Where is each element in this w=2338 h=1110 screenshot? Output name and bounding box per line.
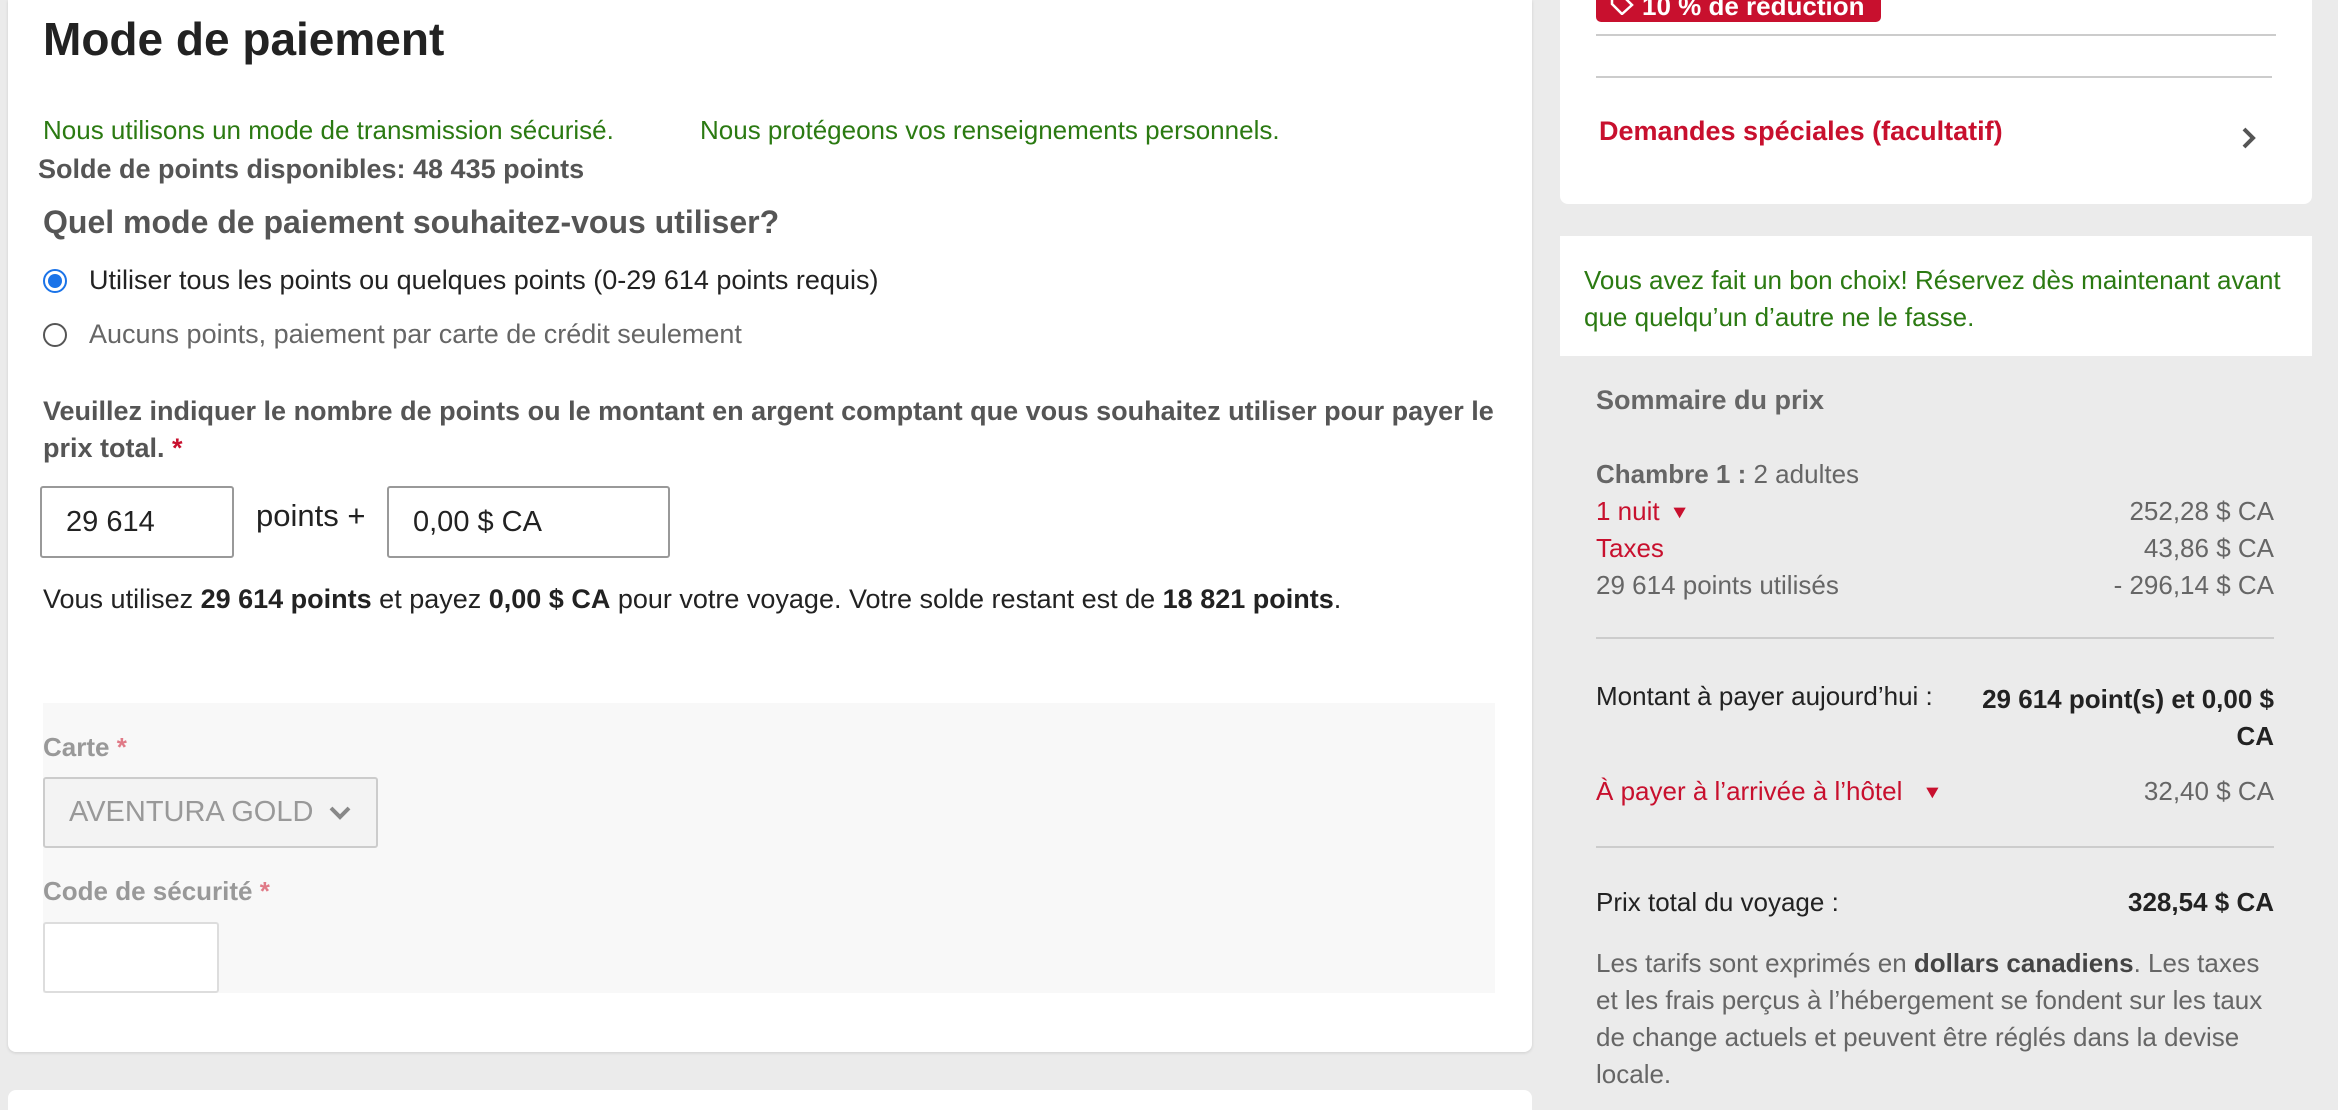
double-chevron-down-icon: ⯆ <box>1671 503 1688 525</box>
instruction-text: Veuillez indiquer le nombre de points ou… <box>43 396 1494 463</box>
payment-summary: Vous utilisez 29 614 points et payez 0,0… <box>43 584 1341 615</box>
required-mark: * <box>259 876 270 906</box>
summary-text-3: pour votre voyage. Votre solde restant e… <box>610 584 1163 614</box>
divider <box>1596 846 2274 848</box>
room-info: Chambre 1 : 2 adultes <box>1596 459 1859 490</box>
chevron-right-icon[interactable] <box>2240 124 2258 158</box>
points-instruction: Veuillez indiquer le nombre de points ou… <box>43 393 1503 467</box>
taxes-row: Taxes 43,86 $ CA <box>1596 533 2274 564</box>
night-row: 1 nuit ⯆ 252,28 $ CA <box>1596 496 2274 527</box>
card-label: Carte * <box>43 732 127 763</box>
next-panel <box>8 1090 1532 1110</box>
price-summary-title: Sommaire du prix <box>1596 385 1825 415</box>
note-text-1: Les tarifs sont exprimés en <box>1596 948 1914 978</box>
double-chevron-down-icon: ⯆ <box>1924 783 1941 805</box>
points-input-value: 29 614 <box>66 505 155 538</box>
points-plus-label: points + <box>256 498 366 533</box>
pay-at-hotel-value: 32,40 $ CA <box>2143 776 2274 806</box>
total-value: 328,54 $ CA <box>2128 887 2274 917</box>
divider <box>1596 76 2272 78</box>
card-select-value: AVENTURA GOLD <box>69 796 314 828</box>
security-code-label: Code de sécurité * <box>43 876 270 907</box>
privacy-text: Nous protégeons vos renseignements perso… <box>700 115 1280 145</box>
taxes-price: 43,86 $ CA <box>2143 533 2274 563</box>
note-bold: dollars canadiens <box>1913 948 2134 978</box>
security-code-input[interactable] <box>43 922 219 993</box>
radio-card[interactable] <box>43 322 67 347</box>
summary-text-4: . <box>1333 584 1342 614</box>
security-code-label-text: Code de sécurité <box>43 876 253 906</box>
pay-today-label: Montant à payer aujourd’hui : <box>1596 681 1933 711</box>
pay-at-hotel-label: À payer à l’arrivée à l’hôtel <box>1596 776 1903 806</box>
discount-badge: 10 % de réduction <box>1596 0 1881 22</box>
summary-text-2: et payez <box>371 584 489 614</box>
option-card-only[interactable]: Aucuns points, paiement par carte de cré… <box>43 319 742 350</box>
chevron-down-icon <box>328 796 352 829</box>
night-toggle[interactable]: 1 nuit ⯆ <box>1596 496 1688 527</box>
points-input[interactable]: 29 614 <box>40 486 234 558</box>
tag-icon <box>1610 0 1634 22</box>
total-label: Prix total du voyage : <box>1596 887 1839 917</box>
summary-remaining: 18 821 points <box>1162 584 1334 614</box>
summary-amount: 0,00 $ CA <box>488 584 611 614</box>
special-requests-card <box>1560 0 2312 204</box>
night-label: 1 nuit <box>1596 496 1660 526</box>
points-balance: Solde de points disponibles: 48 435 poin… <box>38 154 585 184</box>
cash-input[interactable]: 0,00 $ CA <box>387 486 670 558</box>
divider <box>1596 34 2276 36</box>
radio-points[interactable] <box>43 268 67 293</box>
required-mark: * <box>116 732 127 762</box>
summary-text-1: Vous utilisez <box>43 584 201 614</box>
points-used-value: - 296,14 $ CA <box>2113 570 2274 600</box>
option-use-points[interactable]: Utiliser tous les points ou quelques poi… <box>43 265 878 296</box>
points-used-label: 29 614 points utilisés <box>1596 570 1839 600</box>
cash-input-value: 0,00 $ CA <box>413 505 542 538</box>
divider <box>1596 637 2274 639</box>
points-used-row: 29 614 points utilisés - 296,14 $ CA <box>1596 570 2274 601</box>
currency-note: Les tarifs sont exprimés en dollars cana… <box>1596 945 2286 1093</box>
taxes-link[interactable]: Taxes <box>1596 533 1664 564</box>
payment-question: Quel mode de paiement souhaitez-vous uti… <box>43 204 780 240</box>
summary-points: 29 614 points <box>200 584 372 614</box>
room-row: Chambre 1 : 2 adultes <box>1596 459 2274 490</box>
required-mark: * <box>172 433 183 463</box>
pay-at-hotel-row: À payer à l’arrivée à l’hôtel ⯆ 32,40 $ C… <box>1596 776 2274 807</box>
page-title: Mode de paiement <box>43 13 445 65</box>
good-choice-message: Vous avez fait un bon choix! Réservez dè… <box>1584 265 2281 332</box>
pay-at-hotel-toggle[interactable]: À payer à l’arrivée à l’hôtel ⯆ <box>1596 776 1940 807</box>
option-card-only-label: Aucuns points, paiement par carte de cré… <box>89 319 742 349</box>
card-section <box>43 703 1495 993</box>
secure-transmission-text: Nous utilisons un mode de transmission s… <box>43 115 614 145</box>
pay-today-value: 29 614 point(s) et 0,00 $ CA <box>1950 681 2274 755</box>
pay-today-value-line2: CA <box>2236 721 2274 751</box>
pay-today-value-line1: 29 614 point(s) et 0,00 $ <box>1982 684 2274 714</box>
room-guests: 2 adultes <box>1753 459 1860 489</box>
card-select[interactable]: AVENTURA GOLD <box>43 777 378 848</box>
room-label: Chambre 1 : <box>1596 459 1747 489</box>
card-label-text: Carte <box>43 732 110 762</box>
night-price: 252,28 $ CA <box>2129 496 2274 526</box>
option-use-points-label: Utiliser tous les points ou quelques poi… <box>89 265 879 295</box>
special-requests-link[interactable]: Demandes spéciales (facultatif) <box>1599 116 2003 147</box>
total-row: Prix total du voyage : 328,54 $ CA <box>1596 887 2274 918</box>
discount-badge-text: 10 % de réduction <box>1642 0 1865 21</box>
